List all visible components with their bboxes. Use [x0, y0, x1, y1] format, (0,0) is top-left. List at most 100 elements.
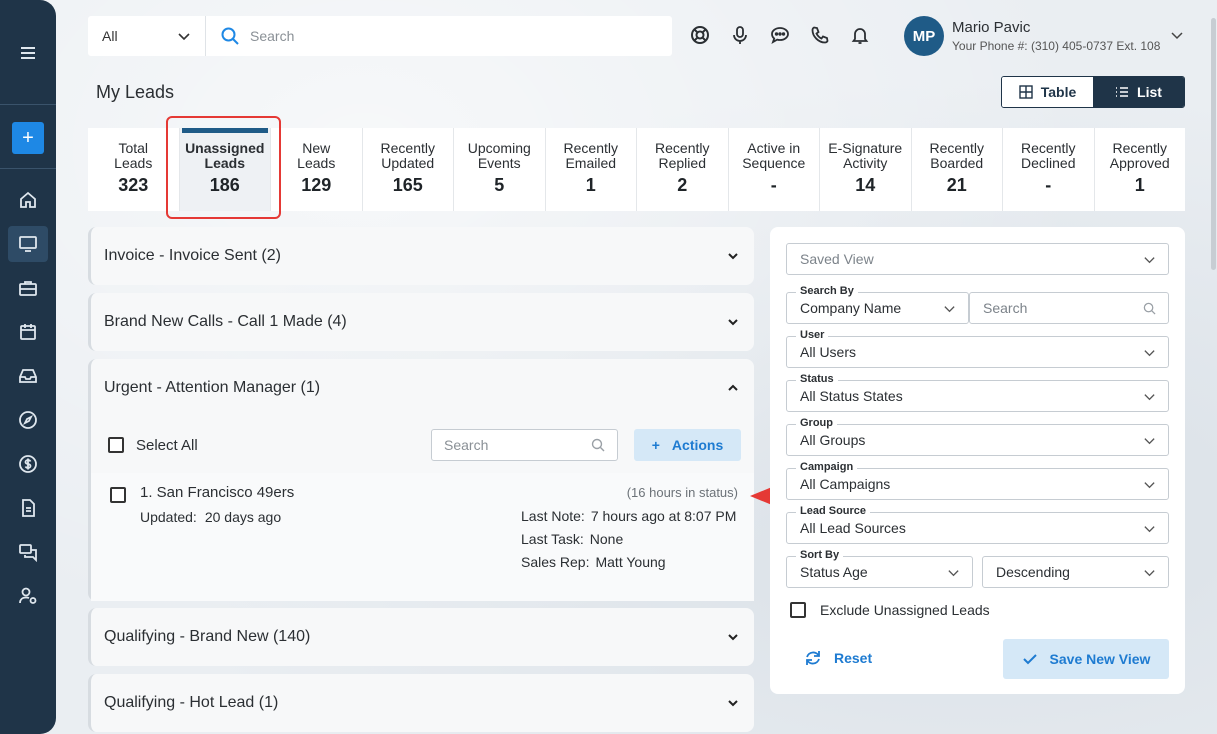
- add-button-label: +: [22, 126, 34, 149]
- chevron-down-icon: [728, 253, 738, 260]
- lead-group-header[interactable]: Urgent - Attention Manager (1): [91, 359, 754, 417]
- stat-recently-declined[interactable]: Recently Declined -: [1003, 128, 1095, 211]
- stat-label: Active in Sequence: [742, 140, 806, 171]
- support-icon[interactable]: [689, 24, 711, 46]
- stat-value: 5: [494, 175, 505, 195]
- lead-group-header[interactable]: Qualifying - Hot Lead (1): [91, 674, 754, 732]
- bell-icon[interactable]: [849, 24, 871, 46]
- status-value: All Status States: [800, 388, 903, 404]
- sidebar-divider: [0, 104, 56, 105]
- lead-updated: Updated: 20 days ago: [140, 509, 282, 525]
- global-search-input[interactable]: [250, 28, 650, 44]
- list-view-button[interactable]: List: [1093, 77, 1184, 107]
- chevron-down-icon: [948, 569, 959, 576]
- stat-new-leads[interactable]: New Leads 129: [271, 128, 363, 211]
- monitor-icon[interactable]: [8, 226, 48, 262]
- filter-search-input[interactable]: Search: [969, 292, 1169, 324]
- stat-label: Recently Replied: [655, 140, 710, 171]
- page-scrollbar[interactable]: [1211, 18, 1216, 270]
- lead-name[interactable]: 1. San Francisco 49ers: [140, 484, 294, 501]
- group-select[interactable]: All Groups: [786, 424, 1169, 456]
- stat-label: Upcoming Events: [467, 140, 531, 171]
- view-toggle: Table List: [1001, 76, 1185, 108]
- stat-recently-updated[interactable]: Recently Updated 165: [363, 128, 454, 211]
- lead-group-title: Brand New Calls - Call 1 Made (4): [104, 313, 347, 330]
- global-search-bar: All: [88, 16, 672, 56]
- home-icon[interactable]: [8, 182, 48, 218]
- chevron-down-icon: [178, 33, 190, 41]
- lead-group: Brand New Calls - Call 1 Made (4): [88, 293, 754, 351]
- status-label: Status: [796, 373, 838, 385]
- select-all-checkbox[interactable]: [108, 437, 124, 453]
- select-all[interactable]: Select All: [108, 437, 198, 454]
- group-search-input[interactable]: Search: [431, 429, 618, 461]
- actions-label: Actions: [671, 437, 724, 453]
- chevron-down-icon[interactable]: [1170, 28, 1184, 42]
- document-icon[interactable]: [8, 490, 48, 526]
- stat-e-signature-activity[interactable]: E-Signature Activity 14: [820, 128, 912, 211]
- exclude-unassigned-checkbox[interactable]: [790, 602, 806, 618]
- stat-value: 1: [1134, 175, 1145, 195]
- menu-icon[interactable]: [8, 35, 48, 71]
- stat-label: Recently Updated: [380, 140, 435, 171]
- lead-checkbox[interactable]: [110, 487, 126, 503]
- phone-icon[interactable]: [809, 24, 831, 46]
- stat-recently-approved[interactable]: Recently Approved 1: [1095, 128, 1186, 211]
- save-new-view-button[interactable]: Save New View: [1003, 639, 1169, 679]
- chevron-down-icon: [1144, 437, 1155, 444]
- microphone-icon[interactable]: [729, 24, 751, 46]
- search-icon: [221, 27, 239, 45]
- lead-group-title: Qualifying - Brand New (140): [104, 628, 311, 645]
- select-all-label: Select All: [136, 436, 198, 454]
- add-button[interactable]: +: [12, 122, 44, 154]
- exclude-unassigned[interactable]: Exclude Unassigned Leads: [790, 602, 990, 618]
- sort-by-label: Sort By: [796, 549, 844, 561]
- avatar[interactable]: MP: [904, 16, 944, 56]
- compass-icon[interactable]: [8, 402, 48, 438]
- user-value: All Users: [800, 344, 857, 360]
- chat-icon[interactable]: [8, 534, 48, 570]
- calendar-icon[interactable]: [8, 314, 48, 350]
- lead-item[interactable]: 1. San Francisco 49ers Updated: 20 days a…: [91, 473, 754, 601]
- stat-recently-replied[interactable]: Recently Replied 2: [637, 128, 729, 211]
- lead-group-header[interactable]: Brand New Calls - Call 1 Made (4): [91, 293, 754, 351]
- dollar-icon[interactable]: [8, 446, 48, 482]
- table-view-label: Table: [1040, 84, 1077, 100]
- stat-value: 21: [946, 175, 967, 195]
- saved-view-select[interactable]: Saved View: [786, 243, 1169, 275]
- message-icon[interactable]: [769, 24, 791, 46]
- status-select[interactable]: All Status States: [786, 380, 1169, 412]
- lead-last-note: Last Note: 7 hours ago at 8:07 PM: [521, 508, 737, 524]
- group-value: All Groups: [800, 432, 866, 448]
- lead-group-header[interactable]: Qualifying - Brand New (140): [91, 608, 754, 666]
- lead-group: Qualifying - Hot Lead (1): [88, 674, 754, 732]
- table-view-button[interactable]: Table: [1002, 77, 1093, 107]
- stat-value: 129: [301, 175, 332, 195]
- stat-label: Recently Approved: [1109, 140, 1170, 171]
- briefcase-icon[interactable]: [8, 270, 48, 306]
- inbox-icon[interactable]: [8, 358, 48, 394]
- sort-order-value: Descending: [996, 564, 1070, 580]
- stat-value: -: [1045, 175, 1052, 195]
- stat-label: Total Leads: [114, 140, 153, 171]
- sort-order-select[interactable]: Descending: [982, 556, 1169, 588]
- stat-upcoming-events[interactable]: Upcoming Events 5: [454, 128, 546, 211]
- stat-label: E-Signature Activity: [828, 140, 903, 171]
- chevron-down-icon: [728, 319, 738, 326]
- plus-icon: +: [651, 437, 660, 453]
- saved-view-placeholder: Saved View: [800, 251, 874, 267]
- chevron-up-icon: [728, 384, 738, 391]
- stat-recently-boarded[interactable]: Recently Boarded 21: [912, 128, 1003, 211]
- actions-button[interactable]: + Actions: [634, 429, 741, 461]
- user-settings-icon[interactable]: [8, 578, 48, 614]
- search-by-label: Search By: [796, 285, 858, 297]
- user-select[interactable]: All Users: [786, 336, 1169, 368]
- campaign-label: Campaign: [796, 461, 858, 473]
- search-scope-select[interactable]: All: [88, 16, 206, 56]
- reset-button[interactable]: Reset: [804, 649, 872, 667]
- stat-recently-emailed[interactable]: Recently Emailed 1: [546, 128, 637, 211]
- stat-value: 323: [118, 175, 149, 195]
- lead-group-header[interactable]: Invoice - Invoice Sent (2): [91, 227, 754, 285]
- stat-active-in-sequence[interactable]: Active in Sequence -: [729, 128, 820, 211]
- lead-source-value: All Lead Sources: [800, 520, 906, 536]
